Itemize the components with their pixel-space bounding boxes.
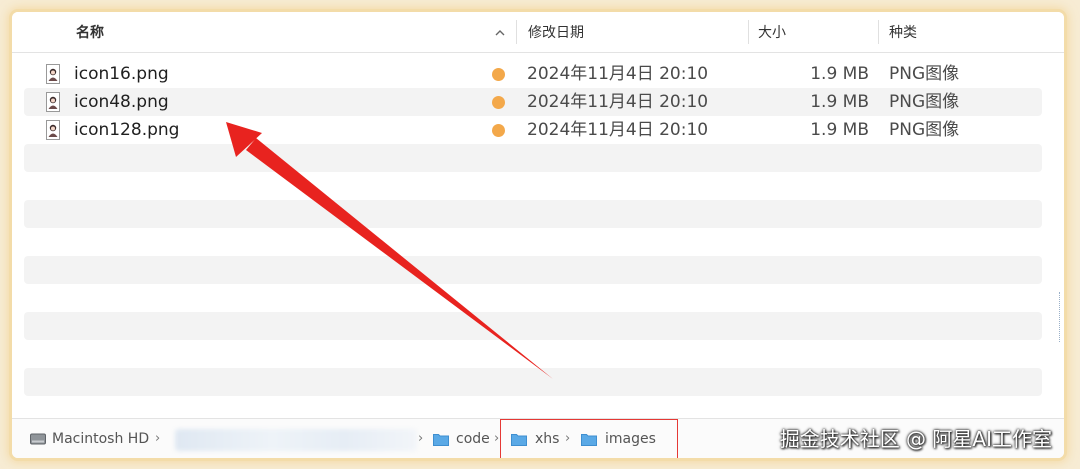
file-size: 1.9 MB bbox=[810, 120, 869, 140]
column-separator[interactable] bbox=[516, 20, 517, 44]
file-kind: PNG图像 bbox=[889, 64, 960, 84]
file-date: 2024年11月4日 20:10 bbox=[527, 92, 709, 112]
file-kind: PNG图像 bbox=[889, 120, 960, 140]
empty-row bbox=[24, 368, 1042, 396]
file-size: 1.9 MB bbox=[810, 92, 869, 112]
column-kind-header[interactable]: 种类 bbox=[889, 12, 917, 52]
file-date: 2024年11月4日 20:10 bbox=[527, 64, 709, 84]
empty-row bbox=[24, 200, 1042, 228]
table-row[interactable]: icon48.png 2024年11月4日 20:10 1.9 MB PNG图像 bbox=[24, 88, 1042, 116]
column-size-header[interactable]: 大小 bbox=[758, 12, 786, 52]
orange-tag-icon bbox=[492, 124, 505, 137]
hard-drive-icon bbox=[30, 433, 46, 445]
table-row[interactable]: icon16.png 2024年11月4日 20:10 1.9 MB PNG图像 bbox=[24, 60, 1042, 88]
file-size: 1.9 MB bbox=[810, 64, 869, 84]
orange-tag-icon bbox=[492, 68, 505, 81]
empty-row bbox=[24, 312, 1042, 340]
highlight-box bbox=[500, 419, 678, 458]
file-date: 2024年11月4日 20:10 bbox=[527, 120, 709, 140]
scrollbar[interactable] bbox=[1055, 292, 1060, 342]
png-file-icon bbox=[46, 120, 60, 140]
redacted-path bbox=[175, 429, 417, 451]
chevron-right-icon: › bbox=[494, 431, 500, 446]
chevron-right-icon: › bbox=[418, 431, 424, 446]
folder-icon bbox=[433, 434, 449, 446]
chevron-up-icon[interactable] bbox=[494, 27, 506, 39]
finder-window: 名称 修改日期 大小 种类 icon16.png 2024年11月4日 20:1… bbox=[12, 12, 1064, 458]
orange-tag-icon bbox=[492, 96, 505, 109]
file-name: icon48.png bbox=[74, 92, 169, 112]
chevron-right-icon: › bbox=[155, 431, 161, 446]
column-date-header[interactable]: 修改日期 bbox=[528, 12, 584, 52]
png-file-icon bbox=[46, 92, 60, 112]
path-bar: Macintosh HD › › code › xhs › images 掘金技… bbox=[12, 418, 1064, 458]
file-list: icon16.png 2024年11月4日 20:10 1.9 MB PNG图像… bbox=[24, 60, 1042, 396]
file-name: icon16.png bbox=[74, 64, 169, 84]
file-name: icon128.png bbox=[74, 120, 180, 140]
breadcrumb-folder[interactable]: code bbox=[456, 419, 490, 458]
breadcrumb-disk[interactable]: Macintosh HD bbox=[52, 419, 149, 458]
file-kind: PNG图像 bbox=[889, 92, 960, 112]
column-separator[interactable] bbox=[878, 20, 879, 44]
empty-row bbox=[24, 144, 1042, 172]
column-header: 名称 修改日期 大小 种类 bbox=[12, 12, 1064, 53]
table-row[interactable]: icon128.png 2024年11月4日 20:10 1.9 MB PNG图… bbox=[24, 116, 1042, 144]
column-name-header[interactable]: 名称 bbox=[76, 12, 104, 52]
png-file-icon bbox=[46, 64, 60, 84]
empty-row bbox=[24, 256, 1042, 284]
watermark: 掘金技术社区 @ 阿星AI工作室 bbox=[779, 427, 1052, 451]
column-separator[interactable] bbox=[748, 20, 749, 44]
